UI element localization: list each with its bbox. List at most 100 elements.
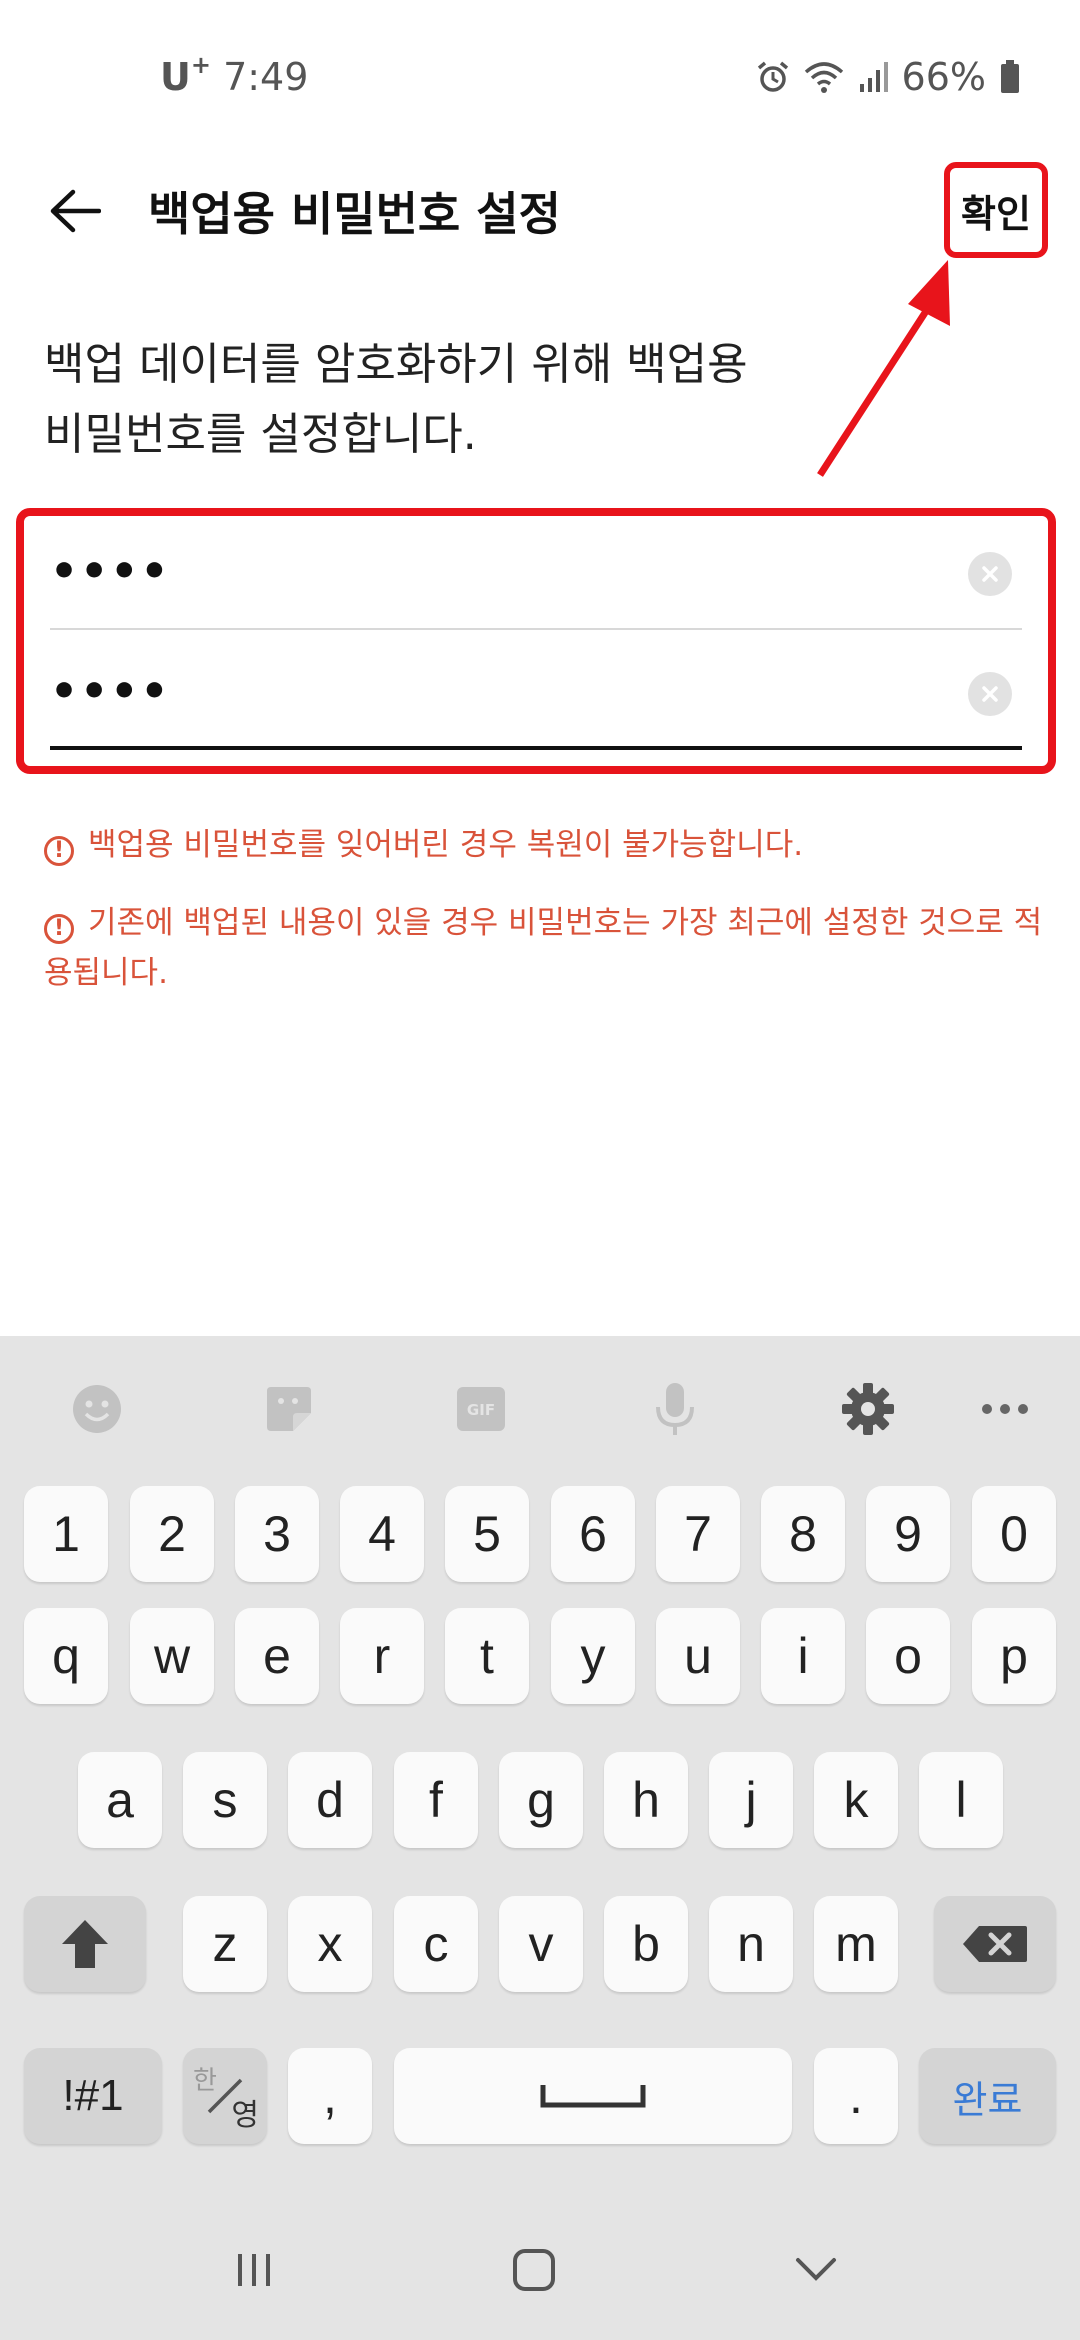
key-label: 5 [473,1506,501,1562]
period-key[interactable]: . [814,2048,898,2144]
key-5[interactable]: 5 [445,1486,529,1582]
key-m[interactable]: m [814,1896,898,1992]
key-s[interactable]: s [183,1752,267,1848]
key-d[interactable]: d [288,1752,372,1848]
hide-keyboard-button[interactable] [776,2230,856,2310]
svg-text:GIF: GIF [467,1401,495,1419]
key-t[interactable]: t [445,1608,529,1704]
key-u[interactable]: u [656,1608,740,1704]
key-e[interactable]: e [235,1608,319,1704]
more-icon[interactable] [970,1374,1040,1444]
key-9[interactable]: 9 [866,1486,950,1582]
recent-apps-button[interactable] [214,2230,294,2310]
arrow-left-icon [50,189,101,233]
key-k[interactable]: k [814,1752,898,1848]
wifi-icon [804,62,843,93]
emoji-icon[interactable] [62,1374,132,1444]
mic-icon[interactable] [640,1374,710,1444]
key-q[interactable]: q [24,1608,108,1704]
clear-password-button[interactable] [968,552,1012,596]
close-icon [982,686,998,702]
key-label: u [684,1628,712,1684]
space-key[interactable] [394,2048,792,2144]
confirm-button[interactable]: 확인 [944,162,1048,258]
sticker-icon[interactable] [254,1374,324,1444]
key-y[interactable]: y [551,1608,635,1704]
key-label: p [1000,1628,1028,1684]
back-button[interactable] [40,176,110,246]
key-z[interactable]: z [183,1896,267,1992]
key-label: 9 [894,1506,922,1562]
key-v[interactable]: v [499,1896,583,1992]
key-a[interactable]: a [78,1752,162,1848]
key-g[interactable]: g [499,1752,583,1848]
key-4[interactable]: 4 [340,1486,424,1582]
key-7[interactable]: 7 [656,1486,740,1582]
key-label: o [894,1628,922,1684]
home-button[interactable] [494,2230,574,2310]
key-0[interactable]: 0 [972,1486,1056,1582]
key-label: w [153,1628,191,1684]
shift-key[interactable] [24,1896,146,1992]
key-label: s [212,1772,238,1828]
key-label: 0 [1000,1506,1028,1562]
key-b[interactable]: b [604,1896,688,1992]
clear-password-confirm-button[interactable] [968,672,1012,716]
key-x[interactable]: x [288,1896,372,1992]
page-title: 백업용 비밀번호 설정 [148,187,561,241]
key-p[interactable]: p [972,1608,1056,1704]
key-3[interactable]: 3 [235,1486,319,1582]
keyboard-toolbar: GIF [0,1336,1080,1476]
gif-icon[interactable]: GIF [446,1374,516,1444]
warning-text: 기존에 백업된 내용이 있을 경우 비밀번호는 가장 최근에 설정한 것으로 적… [44,905,1043,991]
key-label: 6 [579,1506,607,1562]
key-label: d [316,1772,344,1828]
warning-message: ! 기존에 백업된 내용이 있을 경우 비밀번호는 가장 최근에 설정한 것으로 … [44,898,1044,998]
key-2[interactable]: 2 [130,1486,214,1582]
key-l[interactable]: l [919,1752,1003,1848]
description: 백업 데이터를 암호화하기 위해 백업용 비밀번호를 설정합니다. [44,330,904,470]
password-confirm-field[interactable]: •••• [50,636,1022,750]
key-label: v [528,1916,554,1972]
backspace-key[interactable] [934,1896,1056,1992]
key-label: n [737,1916,765,1972]
key-label: i [797,1628,809,1684]
password-field[interactable]: •••• [50,516,1022,630]
key-label: 8 [789,1506,817,1562]
exclamation-circle-icon: ! [44,914,74,944]
space-icon [540,2085,646,2108]
comma-key[interactable]: , [288,2048,372,2144]
key-j[interactable]: j [709,1752,793,1848]
key-n[interactable]: n [709,1896,793,1992]
exclamation-circle-icon: ! [44,836,74,866]
key-label: k [843,1772,869,1828]
settings-icon[interactable] [833,1374,903,1444]
symbols-key[interactable]: !#1 [24,2048,162,2144]
done-key[interactable]: 완료 [919,2048,1056,2144]
key-1[interactable]: 1 [24,1486,108,1582]
lang-english-label: 영 [231,2099,259,2132]
clock: 7:49 [223,55,309,99]
key-r[interactable]: r [340,1608,424,1704]
key-8[interactable]: 8 [761,1486,845,1582]
recents-icon [238,2254,270,2286]
key-6[interactable]: 6 [551,1486,635,1582]
shift-icon [62,1920,108,1968]
key-c[interactable]: c [394,1896,478,1992]
signal-icon [859,62,888,92]
key-o[interactable]: o [866,1608,950,1704]
alarm-icon [757,61,788,92]
key-i[interactable]: i [761,1608,845,1704]
language-switch-key[interactable]: 한 영 [183,2048,267,2144]
key-label: z [212,1916,238,1972]
key-label: q [52,1628,80,1684]
key-label: j [745,1772,757,1828]
key-label: y [580,1628,606,1684]
key-label: f [429,1772,443,1828]
key-label: a [106,1772,134,1828]
key-w[interactable]: w [130,1608,214,1704]
key-f[interactable]: f [394,1752,478,1848]
key-label: h [632,1772,660,1828]
chevron-down-icon [796,2258,836,2281]
key-h[interactable]: h [604,1752,688,1848]
